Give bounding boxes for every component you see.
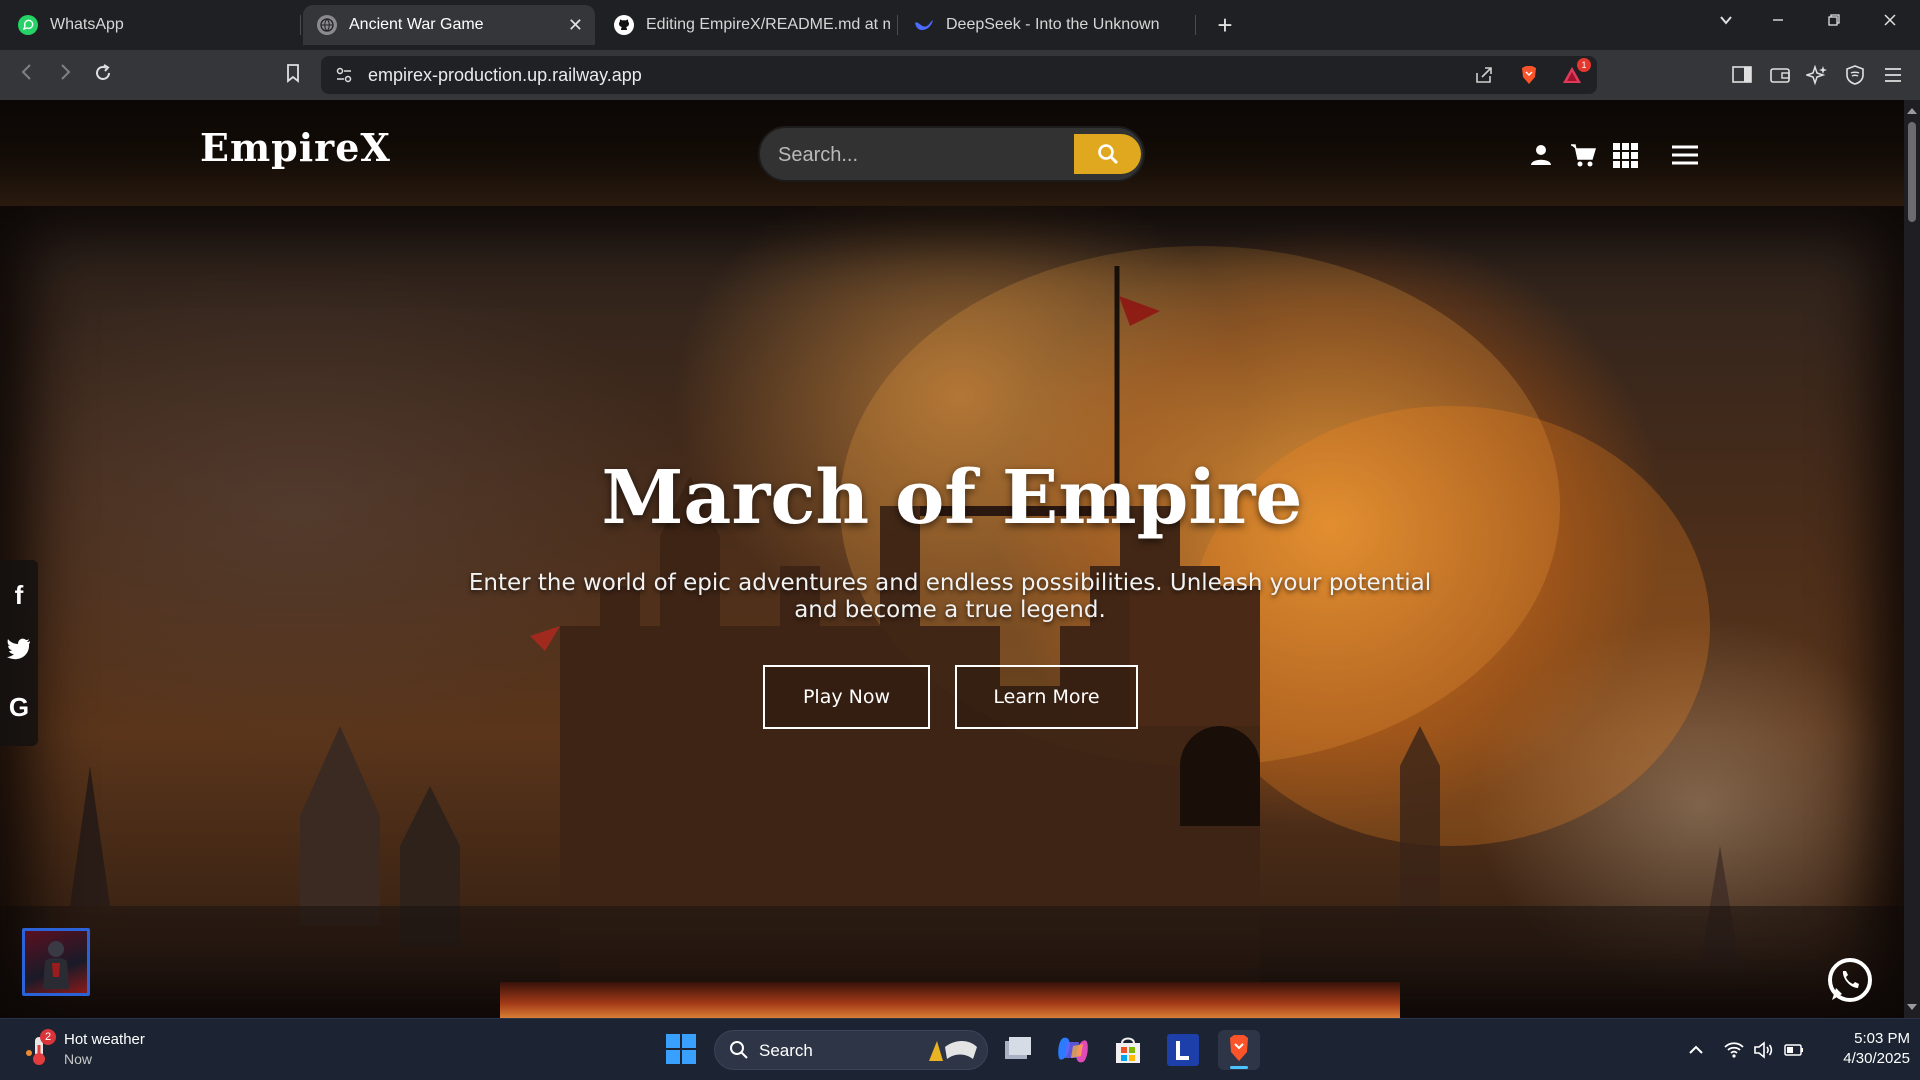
minimize-button[interactable] <box>1758 12 1798 33</box>
scroll-down-icon[interactable] <box>1904 1000 1920 1014</box>
leo-ai-icon[interactable] <box>1804 64 1828 86</box>
browser-menu-icon[interactable] <box>1882 64 1904 86</box>
restore-button[interactable] <box>1814 12 1854 33</box>
user-icon[interactable] <box>1526 140 1556 170</box>
tab-github-editing[interactable]: Editing EmpireX/README.md at ma <box>600 5 890 45</box>
webpage-viewport: EmpireX March of Empire Enter the world … <box>0 100 1904 1018</box>
page-scrollbar[interactable] <box>1904 100 1920 1018</box>
search-input[interactable] <box>778 138 1078 172</box>
tab-separator <box>300 15 301 35</box>
new-tab-button[interactable]: + <box>1210 10 1240 40</box>
brave-shields-icon[interactable] <box>1518 64 1540 86</box>
whatsapp-icon <box>1828 958 1872 1002</box>
system-clock[interactable]: 5:03 PM 4/30/2025 <box>1810 1029 1910 1069</box>
whatsapp-float-button[interactable] <box>1826 956 1874 1004</box>
share-icon[interactable] <box>1473 64 1495 86</box>
search-highlight-icon <box>929 1041 977 1061</box>
tray-overflow-chevron-icon[interactable] <box>1685 1039 1707 1061</box>
site-header: EmpireX <box>0 100 1904 206</box>
taskbar-search[interactable]: Search <box>714 1030 988 1070</box>
back-button[interactable] <box>12 62 42 88</box>
wifi-icon[interactable] <box>1723 1039 1745 1061</box>
weather-widget[interactable]: 2 Hot weather Now <box>24 1029 174 1071</box>
deepseek-icon <box>914 15 934 35</box>
copilot-icon[interactable] <box>1055 1032 1091 1068</box>
site-search <box>758 126 1145 182</box>
tab-list-chevron-icon[interactable] <box>1706 12 1746 33</box>
close-tab-icon[interactable]: ✕ <box>568 15 583 36</box>
browser-toolbar: empirex-production.up.railway.app 1 <box>0 50 1920 100</box>
knight-icon <box>43 941 69 989</box>
browser-tab-bar: WhatsApp Ancient War Game ✕ Editing Empi… <box>0 0 1920 50</box>
weather-badge: 2 <box>40 1029 56 1045</box>
github-icon <box>614 15 634 35</box>
tab-separator <box>1195 15 1196 35</box>
search-button[interactable] <box>1074 134 1141 174</box>
hero-subtitle: Enter the world of epic adventures and e… <box>468 570 1432 623</box>
menu-icon[interactable] <box>1670 140 1700 170</box>
tab-separator <box>897 15 898 35</box>
twitter-icon[interactable] <box>6 638 32 664</box>
bookmark-icon[interactable] <box>278 62 308 90</box>
rewards-badge: 1 <box>1577 58 1591 72</box>
forward-button[interactable] <box>50 62 80 88</box>
wallet-icon[interactable] <box>1769 64 1791 86</box>
learn-more-button[interactable]: Learn More <box>955 665 1138 729</box>
play-now-button[interactable]: Play Now <box>763 665 930 729</box>
reload-button[interactable] <box>88 62 118 90</box>
tab-title: DeepSeek - Into the Unknown <box>946 16 1160 33</box>
battery-icon[interactable] <box>1783 1039 1805 1061</box>
site-logo[interactable]: EmpireX <box>200 125 391 170</box>
clock-time: 5:03 PM <box>1854 1030 1910 1047</box>
search-icon <box>730 1041 748 1059</box>
l-app-icon[interactable] <box>1165 1032 1201 1068</box>
task-view-icon[interactable] <box>1000 1032 1036 1068</box>
tab-title: WhatsApp <box>50 16 124 33</box>
tab-title: Ancient War Game <box>349 16 484 33</box>
tab-title: Editing EmpireX/README.md at ma <box>646 16 890 33</box>
microsoft-store-icon[interactable] <box>1110 1032 1146 1068</box>
hero-title: March of Empire <box>601 455 1303 541</box>
brave-browser-icon[interactable] <box>1218 1030 1260 1070</box>
grid-icon[interactable] <box>1610 140 1640 170</box>
player-avatar[interactable] <box>22 928 90 996</box>
address-bar[interactable]: empirex-production.up.railway.app 1 <box>321 56 1597 94</box>
weather-title: Hot weather <box>64 1031 145 1048</box>
tab-ancient-war-game[interactable]: Ancient War Game ✕ <box>303 5 595 45</box>
ember-strip <box>500 982 1400 1018</box>
tab-whatsapp[interactable]: WhatsApp <box>4 5 294 45</box>
tab-deepseek[interactable]: DeepSeek - Into the Unknown <box>900 5 1190 45</box>
windows-taskbar: 2 Hot weather Now Search 5:03 PM 4/30/20… <box>0 1018 1920 1080</box>
social-sidebar: f G <box>0 560 38 746</box>
clock-date: 4/30/2025 <box>1843 1050 1910 1067</box>
volume-icon[interactable] <box>1752 1039 1774 1061</box>
close-window-button[interactable] <box>1870 12 1910 33</box>
globe-icon <box>317 15 337 35</box>
search-icon <box>1097 144 1118 165</box>
scroll-thumb[interactable] <box>1908 122 1916 222</box>
facebook-icon[interactable]: f <box>6 582 32 608</box>
site-settings-icon[interactable] <box>335 66 353 84</box>
vpn-icon[interactable] <box>1844 64 1866 86</box>
scroll-up-icon[interactable] <box>1904 104 1920 118</box>
google-icon[interactable]: G <box>6 694 32 720</box>
taskbar-search-label: Search <box>759 1041 813 1060</box>
whatsapp-icon <box>18 15 38 35</box>
windows-start-icon[interactable] <box>664 1032 700 1068</box>
weather-subtitle: Now <box>64 1051 93 1067</box>
url-text[interactable]: empirex-production.up.railway.app <box>368 65 642 86</box>
sidebar-toggle-icon[interactable] <box>1731 64 1753 86</box>
cart-icon[interactable] <box>1568 140 1598 170</box>
